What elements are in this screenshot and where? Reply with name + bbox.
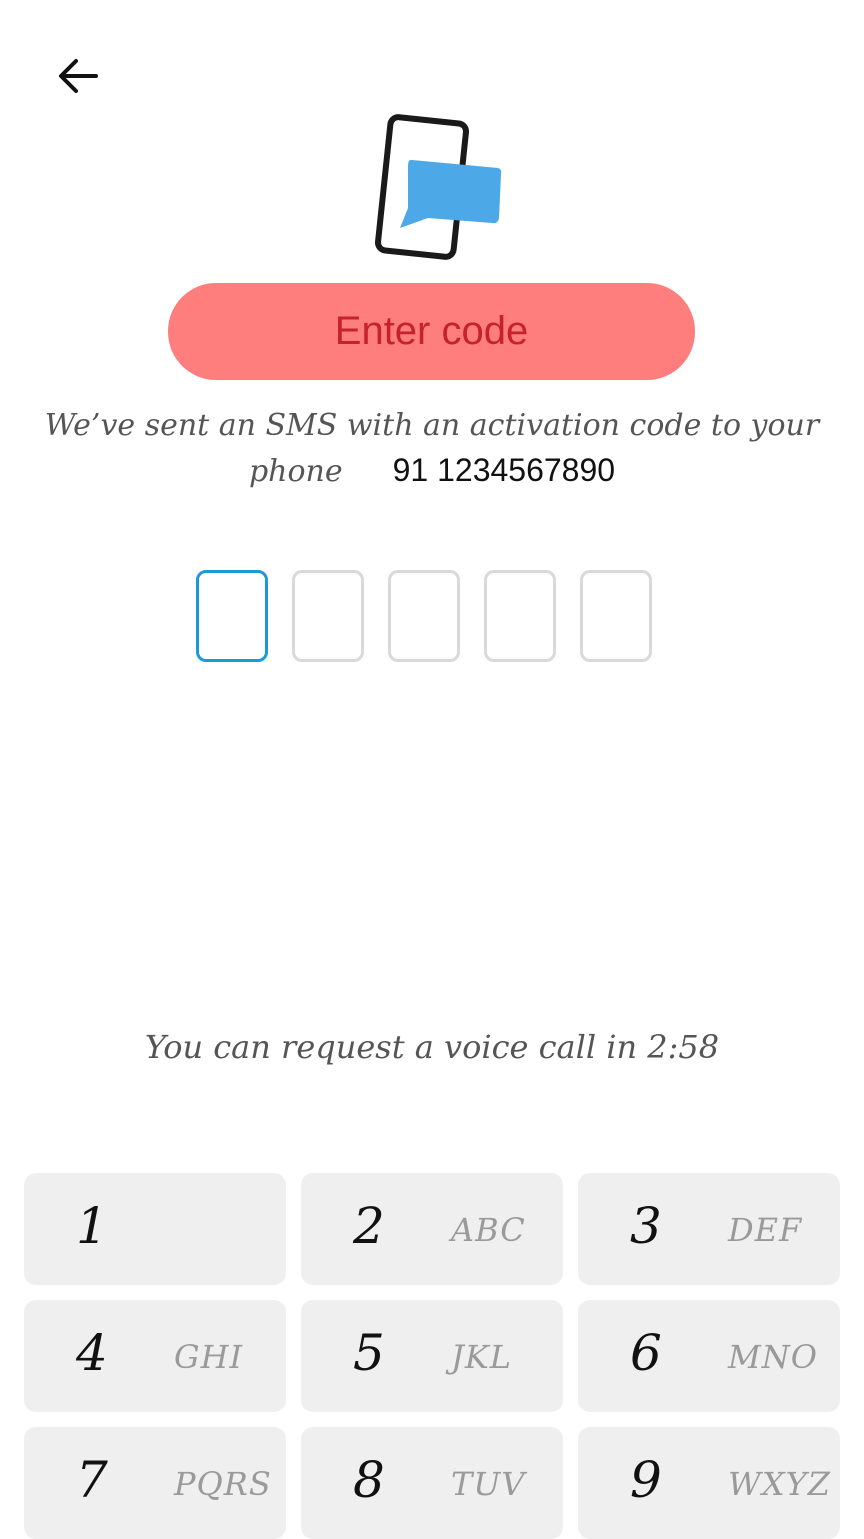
code-digit-input[interactable]	[292, 570, 364, 662]
key-digit: 1	[76, 1197, 108, 1255]
key-3[interactable]: 3 DEF	[578, 1173, 840, 1285]
description-phone-word: phone	[248, 454, 343, 489]
voice-call-timer: You can request a voice call in 2:58	[144, 1028, 720, 1066]
key-letters: ABC	[451, 1211, 526, 1249]
key-digit: 9	[630, 1451, 662, 1509]
key-letters: JKL	[451, 1338, 512, 1376]
key-digit: 5	[353, 1324, 385, 1382]
key-letters: GHI	[174, 1338, 244, 1376]
key-5[interactable]: 5 JKL	[301, 1300, 563, 1412]
phone-number: 91 1234567890	[392, 452, 616, 488]
title-text: Enter code	[334, 309, 529, 353]
key-digit: 3	[630, 1197, 662, 1255]
phone-message-icon	[374, 114, 502, 260]
key-9[interactable]: 9 WXYZ	[578, 1427, 840, 1539]
key-6[interactable]: 6 MNO	[578, 1300, 840, 1412]
key-letters: MNO	[728, 1338, 818, 1376]
key-digit: 7	[76, 1451, 108, 1509]
key-letters: TUV	[451, 1465, 526, 1503]
key-4[interactable]: 4 GHI	[24, 1300, 286, 1412]
hero-illustration	[370, 112, 510, 262]
code-digit-input[interactable]	[196, 570, 268, 662]
key-8[interactable]: 8 TUV	[301, 1427, 563, 1539]
code-digit-input[interactable]	[580, 570, 652, 662]
key-letters: PQRS	[174, 1465, 272, 1503]
code-digit-input[interactable]	[484, 570, 556, 662]
key-letters: WXYZ	[728, 1465, 832, 1503]
key-digit: 6	[630, 1324, 662, 1382]
description-line2: phone 91 1234567890	[40, 448, 824, 494]
key-1[interactable]: 1	[24, 1173, 286, 1285]
description-line1: We’ve sent an SMS with an activation cod…	[44, 408, 820, 443]
page-title: Enter code	[168, 283, 695, 380]
key-digit: 8	[353, 1451, 385, 1509]
numeric-keypad: 1 2 ABC 3 DEF 4 GHI 5 JKL 6 MNO 7 PQRS 8…	[24, 1173, 840, 1539]
arrow-left-icon	[59, 59, 98, 93]
sms-description: We’ve sent an SMS with an activation cod…	[40, 404, 824, 494]
key-digit: 2	[353, 1197, 385, 1255]
back-button[interactable]	[48, 48, 108, 104]
key-2[interactable]: 2 ABC	[301, 1173, 563, 1285]
key-letters: DEF	[728, 1211, 803, 1249]
key-7[interactable]: 7 PQRS	[24, 1427, 286, 1539]
code-input-group	[196, 570, 652, 662]
key-digit: 4	[76, 1324, 108, 1382]
code-digit-input[interactable]	[388, 570, 460, 662]
